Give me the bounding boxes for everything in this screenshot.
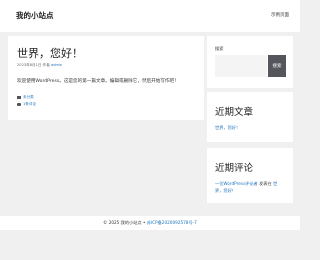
site-footer: © 2025 我的小站点 • 苏ICP备2020092578号-7 — [0, 216, 300, 230]
site-title[interactable]: 我的小站点 — [16, 10, 54, 21]
footer-text: © 2025 我的小站点 • 苏ICP备2020092578号-7 — [0, 220, 300, 226]
post-title[interactable]: 世界，您好！ — [17, 45, 83, 61]
comment-post-link[interactable]: 世 — [273, 181, 277, 186]
footer-icp-link[interactable]: 苏ICP备2020092578号-7 — [147, 220, 197, 225]
comment-icon — [17, 102, 21, 107]
post-author-link[interactable]: admin — [51, 63, 62, 67]
post-content: 欢迎使用WordPress。这是您的第一篇文章。编辑或删除它，然后开始写作吧！ — [17, 79, 179, 84]
post-meta: 2023年8月1日 作者 admin — [17, 63, 62, 68]
search-input[interactable] — [215, 55, 267, 77]
comment-post-link-cont[interactable]: 界，您好！ — [215, 188, 236, 193]
recent-posts-widget: 近期文章 世界，您好！ — [207, 92, 293, 142]
post-card: 世界，您好！ 2023年8月1日 作者 admin 欢迎使用WordPress。… — [8, 36, 204, 120]
recent-comment-line-cont: 界，您好！ — [215, 188, 236, 194]
post-date[interactable]: 2023年8月1日 — [17, 63, 42, 67]
post-category-link[interactable]: 未分类 — [23, 95, 34, 100]
post-comment-row: 1条评论 — [17, 102, 36, 107]
nav-sample-page-link[interactable]: 示例页面 — [271, 12, 289, 18]
search-widget: 搜索 搜索 — [207, 36, 293, 88]
search-button[interactable]: 搜索 — [268, 55, 286, 77]
recent-posts-title: 近期文章 — [215, 107, 254, 118]
recent-comments-title: 近期评论 — [215, 163, 254, 174]
post-author-prefix: 作者 — [42, 63, 50, 67]
folder-icon — [17, 95, 21, 100]
footer-copyright: © 2025 我的小站点 • — [103, 220, 147, 225]
comment-connector: 发表在 — [259, 181, 272, 186]
recent-comments-widget: 近期评论 一位WordPress评论者 发表在 世 界，您好！ — [207, 148, 293, 203]
site-header: 我的小站点 示例页面 — [0, 0, 300, 32]
recent-comment-line: 一位WordPress评论者 发表在 世 — [215, 181, 277, 187]
post-category-row: 未分类 — [17, 95, 34, 100]
recent-post-link[interactable]: 世界，您好！ — [215, 125, 240, 131]
commenter-link[interactable]: 一位WordPress评论者 — [215, 181, 258, 186]
search-label: 搜索 — [215, 46, 224, 51]
post-comment-link[interactable]: 1条评论 — [23, 102, 36, 107]
